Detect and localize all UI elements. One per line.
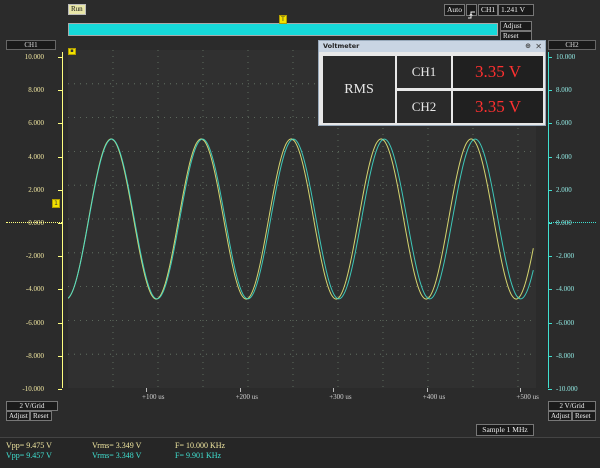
ch2-vrms: Vrms= 3.348 V [92,451,142,460]
pin-icon[interactable]: ⊕ [525,41,531,52]
ch1-axis-tick-label: -10.000 [22,385,44,393]
ch1-volts-div[interactable]: 2 V/Grid [6,401,58,411]
time-axis-tick-label: +300 us [329,393,352,401]
ch1-axis-tick-label: 8.000 [28,86,44,95]
ch1-axis-tick-mark [58,57,62,58]
trigger-mode-button[interactable]: Auto [444,4,465,16]
ch2-axis-tick-mark [548,189,552,191]
ch2-offset-line [548,222,596,223]
ch1-axis-tick-label: 0.000 [28,219,44,227]
voltmeter-ch1-value: 3.35 V [453,56,543,88]
ch1-offset-line [6,222,62,223]
ch2-axis-header[interactable]: CH2 [548,40,596,50]
rising-edge-icon[interactable] [466,4,477,19]
time-axis-tick-mark [520,388,522,392]
rms-mode-label: RMS [323,56,395,123]
ch1-vpp: Vpp= 9.475 V [6,441,52,450]
ch1-axis-tick-mark [58,256,62,258]
buffer-adjust-button[interactable]: Adjust [500,21,532,31]
ch2-frequency: F= 9.901 KHz [175,451,222,460]
trigger-position-marker[interactable]: T [279,15,287,24]
ch2-axis-tick-mark [548,223,552,224]
ch2-axis-tick-label: 0.000 [556,219,572,227]
ch1-axis-tick-mark [58,289,62,291]
time-axis-tick-mark [239,388,241,392]
ch2-axis-tick-mark [548,156,552,158]
ch1-axis-tick-mark [58,189,62,191]
buffer-overview-bar[interactable] [68,23,498,36]
ch1-axis-tick-mark [58,355,62,357]
ch1-vrms: Vrms= 3.349 V [92,441,142,450]
ch1-axis-tick-label: 4.000 [28,152,44,161]
ch1-axis-tick-label: -6.000 [25,318,44,327]
ch2-axis-tick-mark [548,57,552,58]
ch1-axis-tick-mark [58,223,62,224]
ch2-axis-tick-mark [548,90,552,92]
time-axis-tick-mark [333,388,335,392]
ch1-axis-header[interactable]: CH1 [6,40,56,50]
ch2-axis-tick-mark [548,123,552,125]
close-icon[interactable]: ✕ [535,41,542,52]
ch2-axis-tick-mark [548,289,552,291]
time-axis-tick-label: +100 us [142,393,165,401]
ch1-axis-tick-mark [58,322,62,324]
time-axis-tick-label: +400 us [422,393,446,401]
ch2-adjust-button[interactable]: Adjust [548,411,572,421]
ch2-reset-button[interactable]: Reset [572,411,596,421]
voltmeter-ch1-label: CH1 [397,56,451,88]
time-axis-tick-mark [426,388,428,392]
voltmeter-titlebar[interactable]: Voltmeter ⊕ ✕ [319,41,545,52]
ch2-axis-line [548,52,549,388]
ch1-ground-marker[interactable]: 1 [52,199,60,208]
ch2-volts-div[interactable]: 2 V/Grid [548,401,596,411]
ch2-axis-tick-label: -2.000 [556,252,575,261]
rising-edge-glyph [468,11,475,19]
voltmeter-window[interactable]: Voltmeter ⊕ ✕ RMS CH1 3.35 V CH2 3.35 V [318,40,546,126]
trigger-source-button[interactable]: CH1 [478,4,499,16]
ch1-axis-tick-label: -4.000 [25,285,44,294]
ch2-axis-tick-mark [548,355,552,357]
ch1-reset-button[interactable]: Reset [30,411,52,421]
ch2-axis-tick-label: -10.000 [556,385,578,393]
ch1-axis-tick-label: 10.000 [24,53,44,61]
ch2-axis-tick-label: 6.000 [556,119,572,128]
ch1-adjust-button[interactable]: Adjust [6,411,30,421]
ch1-trigger-mark: ▪ [68,48,76,55]
run-button[interactable]: Run [68,4,86,15]
ch2-axis-tick-label: 10.000 [556,53,576,61]
time-axis-tick-label: +500 us [516,393,539,401]
ch2-axis-tick-mark [548,322,552,324]
sample-rate-button[interactable]: Sample 1 MHz [476,424,534,436]
time-axis-tick-mark [146,388,147,392]
ch2-axis-tick-label: 2.000 [556,185,572,194]
ch2-axis-tick-mark [548,389,552,390]
ch2-axis-tick-label: 8.000 [556,86,572,95]
ch1-axis-tick-mark [58,123,62,125]
ch1-axis-tick-mark [58,156,62,158]
ch1-frequency: F= 10.000 KHz [175,441,226,450]
ch1-axis-tick-label: -8.000 [25,351,44,360]
ch2-waveform [67,138,534,300]
ch1-axis-line [62,52,63,388]
ch2-vpp: Vpp= 9.457 V [6,451,52,460]
measurement-panel [0,437,600,468]
ch2-axis-tick-label: -6.000 [556,318,575,327]
ch1-axis-tick-label: -2.000 [25,252,44,261]
ch1-axis-tick-mark [58,90,62,92]
ch1-axis-tick-label: 6.000 [28,119,44,128]
ch2-axis-tick-label: 4.000 [556,152,572,161]
ch1-axis-tick-label: 2.000 [28,185,44,194]
trigger-level-display[interactable]: 1.241 V [498,4,534,16]
voltmeter-ch2-label: CH2 [397,91,451,123]
ch2-axis-tick-label: -4.000 [556,285,575,294]
ch2-axis-tick-label: -8.000 [556,351,575,360]
time-axis-tick-label: +200 us [235,393,259,401]
voltmeter-title: Voltmeter [323,42,360,50]
ch1-axis-tick-mark [58,389,62,390]
voltmeter-ch2-value: 3.35 V [453,91,543,123]
ch2-axis-tick-mark [548,256,552,258]
